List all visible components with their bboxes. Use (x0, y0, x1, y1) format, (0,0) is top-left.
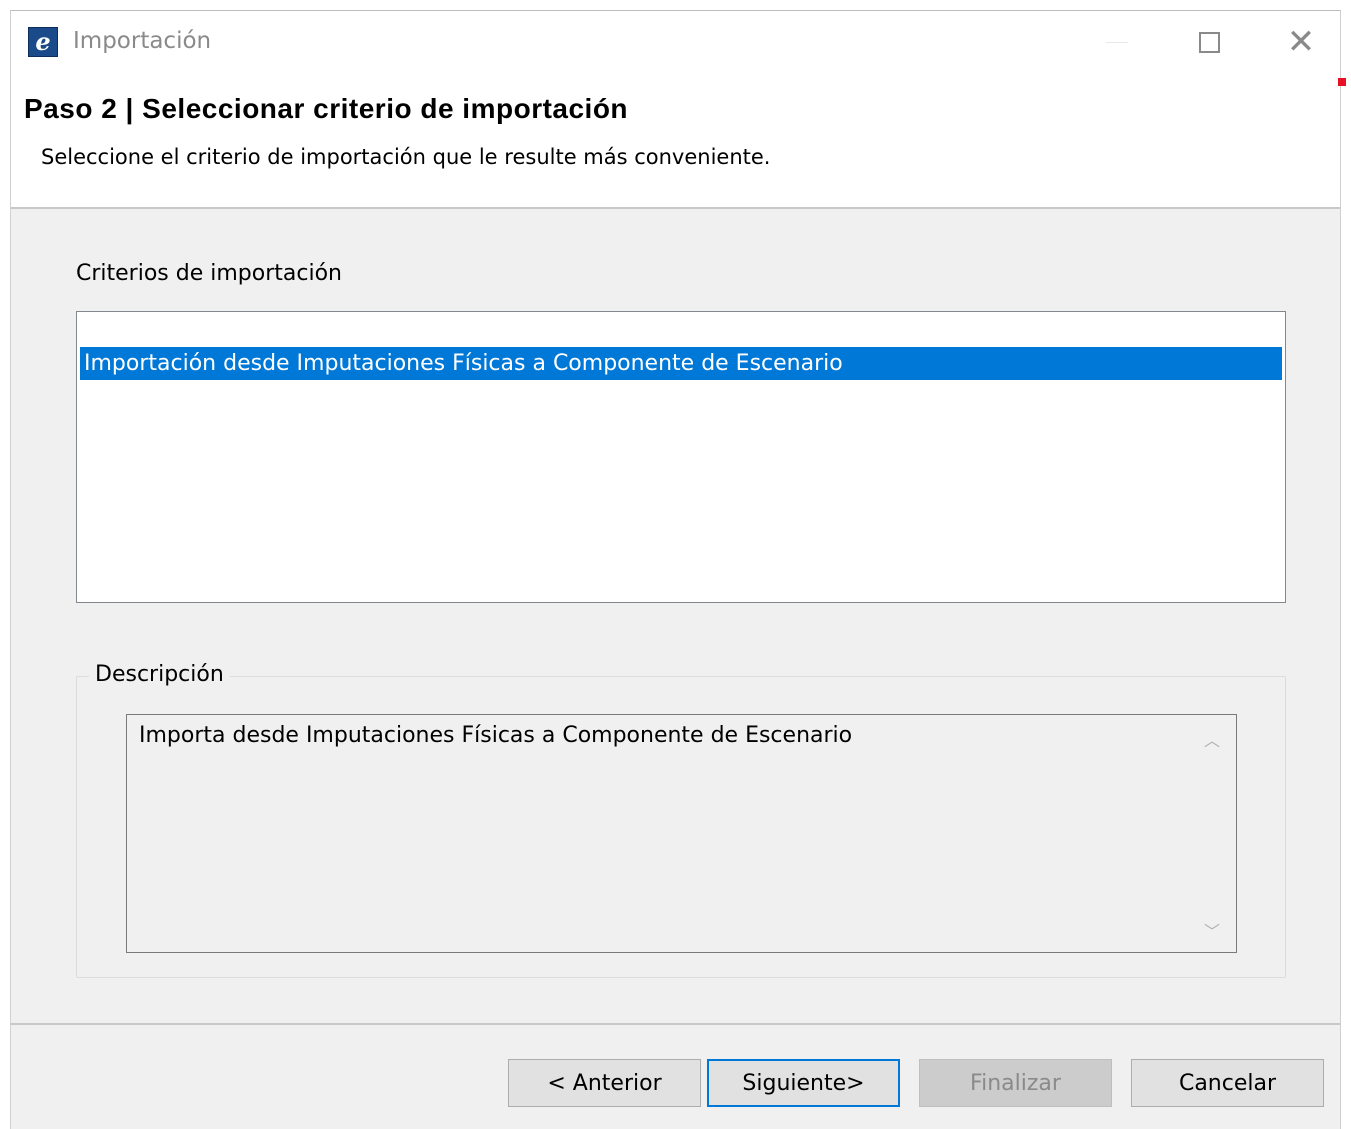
window-title: Importación (73, 28, 212, 54)
indicator-mark (1338, 78, 1346, 86)
description-text: Importa desde Imputaciones Físicas a Com… (139, 723, 853, 748)
next-button[interactable]: Siguiente> (707, 1059, 900, 1107)
minimize-icon (1106, 41, 1128, 43)
step-subtitle: Seleccione el criterio de importación qu… (41, 145, 771, 169)
description-group: Descripción Importa desde Imputaciones F… (76, 662, 1286, 978)
criteria-list[interactable]: Importación desde Imputaciones Físicas a… (76, 311, 1286, 603)
scroll-down-arrow-icon[interactable]: ﹀ (1204, 918, 1220, 942)
previous-button[interactable]: < Anterior (508, 1059, 701, 1107)
import-wizard-window: e Importación ✕ Paso 2 | Seleccionar cri… (10, 10, 1346, 1129)
scroll-up-arrow-icon[interactable]: ︿ (1204, 727, 1220, 751)
maximize-icon (1198, 31, 1220, 53)
criteria-label: Criterios de importación (76, 261, 342, 286)
minimize-button[interactable] (1071, 11, 1163, 73)
cancel-button[interactable]: Cancelar (1131, 1059, 1324, 1107)
criteria-item[interactable]: Importación desde Imputaciones Físicas a… (80, 347, 1282, 380)
finish-button[interactable]: Finalizar (919, 1059, 1112, 1107)
close-icon: ✕ (1286, 22, 1316, 62)
app-logo-icon: e (28, 27, 58, 57)
title-bar: e Importación ✕ (11, 11, 1340, 73)
description-legend: Descripción (89, 662, 230, 687)
wizard-header: Paso 2 | Seleccionar criterio de importa… (11, 73, 1340, 209)
close-button[interactable]: ✕ (1255, 11, 1347, 73)
footer-separator (11, 1023, 1340, 1025)
description-textarea[interactable]: Importa desde Imputaciones Físicas a Com… (126, 714, 1237, 953)
maximize-button[interactable] (1163, 11, 1255, 73)
step-title: Paso 2 | Seleccionar criterio de importa… (24, 93, 629, 124)
